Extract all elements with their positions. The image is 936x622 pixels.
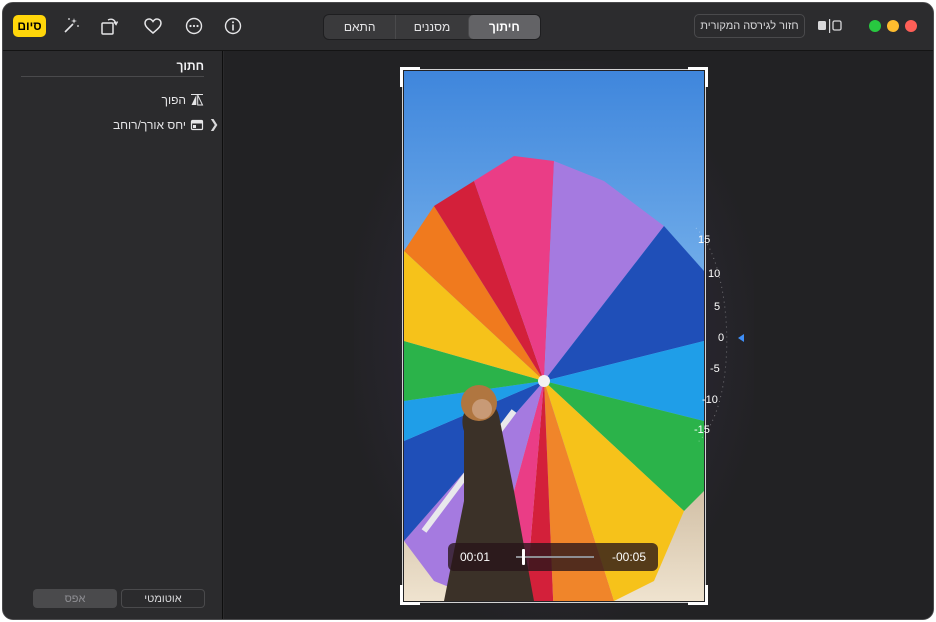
heart-icon[interactable] — [142, 15, 164, 37]
video-scrubber-bar[interactable]: 00:01 -00:05 — [448, 543, 658, 571]
done-button[interactable]: סיום — [13, 15, 46, 37]
tab-filters[interactable]: מסננים — [395, 15, 467, 39]
dial-label-minus-5: -5 — [710, 363, 720, 375]
dial-label-minus-10: -10 — [702, 394, 718, 406]
minimize-window-button[interactable] — [887, 20, 899, 32]
chevron-right-icon[interactable]: ❯ — [209, 117, 219, 131]
zoom-window-button[interactable] — [869, 20, 881, 32]
tab-crop[interactable]: חיתוך — [467, 15, 540, 39]
panel-divider — [21, 76, 204, 77]
flip-icon — [190, 93, 204, 107]
video-track[interactable] — [516, 556, 594, 558]
crop-frame[interactable] — [400, 67, 708, 605]
photo-canvas: 00:01 -00:05 15 10 5 0 -5 -10 -15 — [224, 51, 933, 619]
panel-title: חתוך — [176, 59, 204, 73]
compare-icon[interactable] — [815, 16, 845, 36]
flip-label: הפוך — [161, 93, 186, 107]
video-remaining-time: -00:05 — [611, 550, 646, 564]
crop-handle-bottom-right[interactable] — [688, 585, 708, 605]
dial-label-5: 5 — [714, 301, 721, 313]
aspect-ratio-option[interactable]: יחס אורך/רוחב — [113, 116, 204, 134]
reset-button: אפס — [33, 589, 117, 608]
crop-handle-top-left[interactable] — [400, 67, 420, 87]
dial-label-10: 10 — [708, 268, 721, 280]
crop-handle-top-right[interactable] — [688, 67, 708, 87]
more-icon[interactable] — [183, 15, 205, 37]
toolbar: סיום התאם מסננים חיתוך חזור לגירסה המקור… — [3, 3, 933, 51]
crop-sidebar: חתוך הפוך יחס אורך/רוחב ❯ אוטומטי אפס — [3, 51, 223, 619]
crop-handle-bottom-left[interactable] — [400, 585, 420, 605]
edit-mode-tabs: התאם מסננים חיתוך — [323, 14, 541, 40]
aspect-ratio-icon — [190, 118, 204, 132]
video-current-time: 00:01 — [460, 550, 491, 564]
magic-wand-icon[interactable] — [60, 15, 82, 37]
auto-button[interactable]: אוטומטי — [121, 589, 205, 608]
aspect-ratio-label: יחס אורך/רוחב — [112, 118, 186, 132]
dial-label-15: 15 — [698, 234, 711, 246]
tab-adjust[interactable]: התאם — [324, 15, 395, 39]
flip-option[interactable]: הפוך — [162, 91, 204, 109]
close-window-button[interactable] — [905, 20, 917, 32]
dial-label-minus-15: -15 — [694, 424, 710, 436]
dial-label-0: 0 — [718, 332, 725, 344]
rotate-icon[interactable] — [98, 15, 120, 37]
photos-edit-window: סיום התאם מסננים חיתוך חזור לגירסה המקור… — [2, 2, 934, 620]
revert-to-original-button[interactable]: חזור לגירסה המקורית — [694, 14, 805, 38]
video-playhead[interactable] — [522, 549, 525, 565]
info-icon[interactable] — [222, 15, 244, 37]
straighten-dial[interactable]: 15 10 5 0 -5 -10 -15 — [694, 226, 764, 446]
